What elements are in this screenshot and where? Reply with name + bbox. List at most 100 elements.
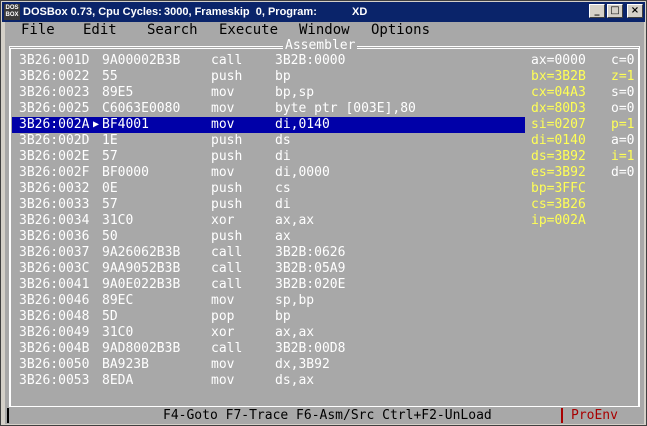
instruction-row-selected[interactable]: 3B26:002A BF4001 mov di,0140 ▶ bbox=[12, 117, 525, 133]
flag-value[interactable]: c=0 bbox=[611, 53, 634, 69]
register-value[interactable]: si=0207 bbox=[531, 117, 586, 133]
instruction-mnemonic: mov bbox=[211, 293, 235, 308]
instruction-bytes: 9AD8002B3B bbox=[102, 341, 181, 356]
flag-value[interactable]: p=1 bbox=[611, 117, 634, 133]
instruction-row[interactable]: 3B26:0048 5D pop bp bbox=[5, 309, 644, 325]
instruction-address: 3B26:004B bbox=[19, 341, 90, 356]
instruction-bytes: BF0000 bbox=[102, 165, 149, 180]
instruction-row[interactable]: 3B26:0041 9A0E022B3B call 3B2B:020E bbox=[5, 277, 644, 293]
register-value[interactable]: bx=3B2B bbox=[531, 69, 586, 85]
registers-panel: ax=0000 bx=3B2B cx=04A3 dx=80D3 si=0207 di=01… bbox=[531, 53, 586, 229]
instruction-address: 3B26:002F bbox=[19, 165, 90, 180]
instruction-operands: di,0000 bbox=[275, 165, 330, 180]
instruction-address: 3B26:0048 bbox=[19, 309, 90, 324]
instruction-address: 3B26:002E bbox=[19, 149, 90, 164]
instruction-mnemonic: call bbox=[211, 245, 243, 260]
panel-title: Assembler bbox=[283, 38, 358, 53]
register-value[interactable]: es=3B92 bbox=[531, 165, 586, 181]
instruction-operands: ax,ax bbox=[275, 325, 315, 340]
instruction-mnemonic: xor bbox=[211, 325, 235, 340]
instruction-mnemonic: pop bbox=[211, 309, 235, 324]
minimize-button[interactable]: _ bbox=[589, 4, 605, 18]
instruction-mnemonic: push bbox=[211, 229, 243, 244]
instruction-mnemonic: mov bbox=[211, 357, 235, 372]
flag-value[interactable]: s=0 bbox=[611, 85, 634, 101]
instruction-bytes: 50 bbox=[102, 229, 118, 244]
dos-screen[interactable]: File Edit Search Execute Window Options … bbox=[5, 22, 644, 424]
instruction-operands: ds bbox=[275, 133, 291, 148]
window-title-program: XD bbox=[352, 6, 368, 18]
status-divider bbox=[561, 408, 563, 423]
instruction-bytes: BA923B bbox=[102, 357, 149, 372]
instruction-mnemonic: call bbox=[211, 277, 243, 292]
instruction-address: 3B26:0053 bbox=[19, 373, 90, 388]
dosbox-icon[interactable]: DOS BOX bbox=[4, 4, 20, 20]
instruction-address: 3B26:001D bbox=[19, 53, 90, 68]
instruction-operands: dx,3B92 bbox=[275, 357, 330, 372]
instruction-operands: bp,sp bbox=[275, 85, 315, 100]
status-shortcuts: F4-Goto F7-Trace F6-Asm/Src Ctrl+F2-UnLo… bbox=[163, 408, 492, 423]
status-divider-left bbox=[7, 408, 9, 423]
register-value[interactable]: dx=80D3 bbox=[531, 101, 586, 117]
menu-options[interactable]: Options bbox=[371, 22, 430, 39]
register-value[interactable]: ds=3B92 bbox=[531, 149, 586, 165]
instruction-row[interactable]: 3B26:004B 9AD8002B3B call 3B2B:00D8 bbox=[5, 341, 644, 357]
instruction-operands: 3B2B:020E bbox=[275, 277, 346, 292]
instruction-bytes: 31C0 bbox=[102, 213, 134, 228]
instruction-bytes: 9AA9052B3B bbox=[102, 261, 181, 276]
instruction-address: 3B26:0041 bbox=[19, 277, 90, 292]
instruction-address: 3B26:0049 bbox=[19, 325, 90, 340]
instruction-bytes: 5D bbox=[102, 309, 118, 324]
title-bar[interactable]: DOS BOX DOSBox 0.73, Cpu Cycles: 3000, F… bbox=[2, 2, 645, 22]
menu-window[interactable]: Window bbox=[299, 22, 350, 39]
instruction-mnemonic: push bbox=[211, 181, 243, 196]
menu-bar: File Edit Search Execute Window Options bbox=[5, 22, 644, 39]
flag-value[interactable]: o=0 bbox=[611, 101, 634, 117]
register-value[interactable]: ax=0000 bbox=[531, 53, 586, 69]
register-value[interactable]: bp=3FFC bbox=[531, 181, 586, 197]
instruction-operands: byte ptr [003E],80 bbox=[275, 101, 416, 116]
dosbox-window: DOS BOX DOSBox 0.73, Cpu Cycles: 3000, F… bbox=[0, 0, 647, 426]
instruction-row[interactable]: 3B26:0037 9A26062B3B call 3B2B:0626 bbox=[5, 245, 644, 261]
flag-value[interactable]: z=1 bbox=[611, 69, 634, 85]
instruction-operands: di,0140 bbox=[275, 117, 330, 132]
instruction-bytes: 8EDA bbox=[102, 373, 134, 388]
instruction-operands: 3B2B:05A9 bbox=[275, 261, 346, 276]
flag-value[interactable]: d=0 bbox=[611, 165, 634, 181]
close-button[interactable]: × bbox=[627, 4, 643, 18]
register-value[interactable]: ip=002A bbox=[531, 213, 586, 229]
register-value[interactable]: cx=04A3 bbox=[531, 85, 586, 101]
instruction-row[interactable]: 3B26:0050 BA923B mov dx,3B92 bbox=[5, 357, 644, 373]
instruction-bytes: 89EC bbox=[102, 293, 134, 308]
flag-value[interactable]: i=1 bbox=[611, 149, 634, 165]
instruction-mnemonic: call bbox=[211, 341, 243, 356]
window-title-cycles: 3000, Frameskip 0, Program: bbox=[164, 6, 317, 18]
instruction-mnemonic: call bbox=[211, 53, 243, 68]
instruction-bytes: 57 bbox=[102, 149, 118, 164]
instruction-address: 3B26:0034 bbox=[19, 213, 90, 228]
register-value[interactable]: cs=3B26 bbox=[531, 197, 586, 213]
instruction-operands: 3B2B:0626 bbox=[275, 245, 346, 260]
instruction-row[interactable]: 3B26:0049 31C0 xor ax,ax bbox=[5, 325, 644, 341]
instruction-address: 3B26:0025 bbox=[19, 101, 90, 116]
register-value[interactable]: di=0140 bbox=[531, 133, 586, 149]
instruction-row[interactable]: 3B26:003C 9AA9052B3B call 3B2B:05A9 bbox=[5, 261, 644, 277]
instruction-row[interactable]: 3B26:0036 50 push ax bbox=[5, 229, 644, 245]
instruction-mnemonic: xor bbox=[211, 213, 235, 228]
instruction-operands: ds,ax bbox=[275, 373, 315, 388]
instruction-bytes: 9A00002B3B bbox=[102, 53, 181, 68]
flag-value[interactable]: a=0 bbox=[611, 133, 634, 149]
instruction-bytes: C6063E0080 bbox=[102, 101, 181, 116]
menu-search[interactable]: Search bbox=[147, 22, 198, 39]
menu-file[interactable]: File bbox=[21, 22, 55, 39]
menu-execute[interactable]: Execute bbox=[219, 22, 278, 39]
instruction-row[interactable]: 3B26:0053 8EDA mov ds,ax bbox=[5, 373, 644, 389]
instruction-address: 3B26:0023 bbox=[19, 85, 90, 100]
instruction-mnemonic: push bbox=[211, 69, 243, 84]
instruction-address: 3B26:003C bbox=[19, 261, 90, 276]
menu-edit[interactable]: Edit bbox=[83, 22, 117, 39]
instruction-row[interactable]: 3B26:0046 89EC mov sp,bp bbox=[5, 293, 644, 309]
instruction-mnemonic: mov bbox=[211, 165, 235, 180]
status-bar: F4-Goto F7-Trace F6-Asm/Src Ctrl+F2-UnLo… bbox=[5, 407, 644, 424]
maximize-button[interactable]: □ bbox=[607, 4, 623, 18]
